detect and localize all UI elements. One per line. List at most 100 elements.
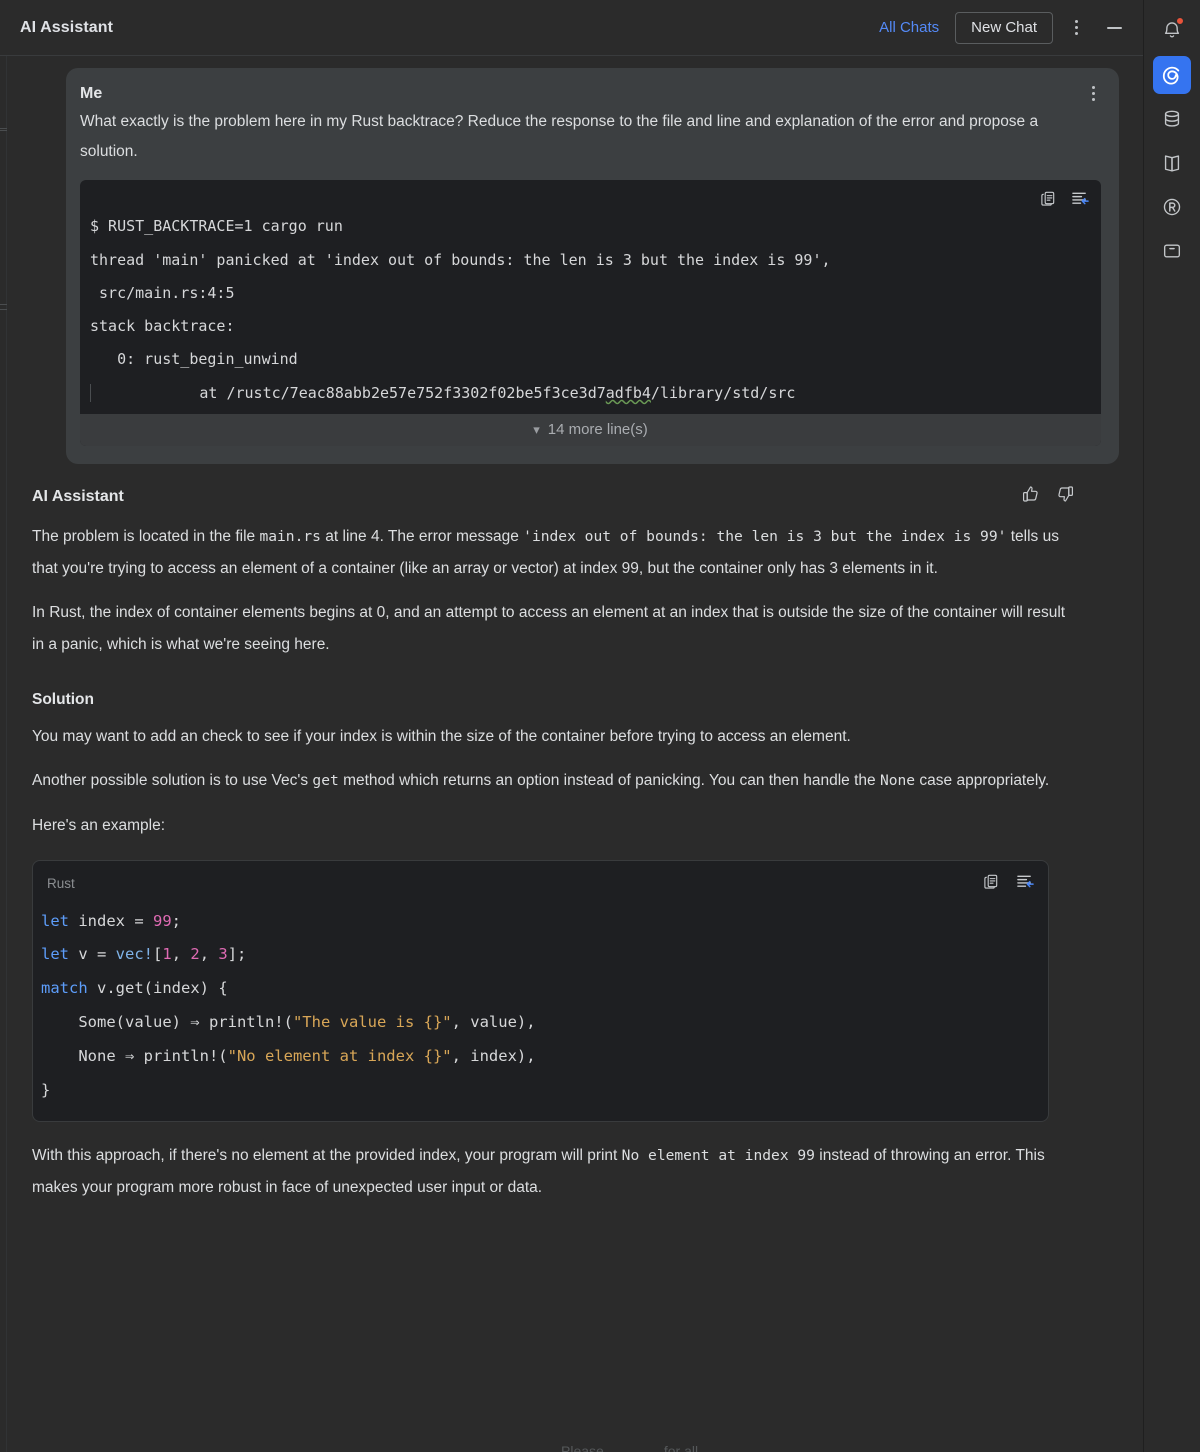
code-line: None ⇒ println!("No element at index {}"… [41,1046,536,1065]
code-line: Some(value) ⇒ println!("The value is {}"… [41,1012,536,1031]
ai-assistant-spiral-icon [1162,66,1180,85]
assistant-paragraph-3: You may want to add an check to see if y… [32,728,851,746]
right-tool-rail [1144,0,1200,1452]
sidebar-item-database[interactable] [1153,100,1191,138]
database-icon [1164,110,1180,127]
code-line: let v = vec![1, 2, 3]; [41,945,246,963]
code-token: ]; [227,945,247,964]
backtrace-line: thread 'main' panicked at 'index out of … [90,250,831,269]
more-lines-label: 14 more line(s) [547,421,648,439]
para1-code-error-message: 'index out of bounds: the len is 3 but t… [523,528,1007,546]
footer-cut-c: . [758,1443,762,1452]
backtrace-code-actions [1040,190,1089,212]
backtrace-line: $ RUST_BACKTRACE=1 cargo run [90,217,343,236]
all-chats-link[interactable]: All Chats [879,19,939,36]
chat-scroll-area[interactable]: Me What exactly is the problem here in m… [0,56,1143,1452]
thumbs-down-icon[interactable] [1055,484,1075,509]
code-token: match [41,979,88,998]
para6-code-output: No element at index 99 [621,1147,815,1165]
backtrace-line: src/main.rs:4:5 [90,283,235,302]
footer-cut-b: for all [663,1443,699,1452]
sidebar-item-documentation[interactable] [1153,144,1191,182]
assistant-paragraph-1: The problem is located in the file main.… [32,521,1075,585]
backtrace-at-squiggle: adfb4 [605,383,651,402]
code-token: [ [153,945,163,964]
code-token: , value), [451,1012,536,1031]
rust-crab-r-icon [1163,198,1181,216]
code-token: None ⇒ println!( [41,1046,228,1065]
code-token: ; [171,911,182,930]
rust-code-block: Rust let index = 99; let v = vec![1, 2, … [32,859,1049,1123]
para4-text-c: case appropriately. [915,772,1050,790]
code-token: Some(value) ⇒ println!( [41,1012,293,1031]
code-line: let index = 99; [41,912,181,930]
assistant-paragraph-6: With this approach, if there's no elemen… [32,1140,1075,1204]
user-message-menu-button[interactable] [1092,84,1101,101]
user-message-bubble: Me What exactly is the problem here in m… [66,68,1119,465]
sidebar-item-terminal[interactable] [1153,232,1191,270]
user-message-wrapper: Me What exactly is the problem here in m… [0,56,1143,465]
para4-text-a: Another possible solution is to use Vec'… [32,772,313,790]
insert-into-editor-icon[interactable] [1016,873,1034,895]
page-title: AI Assistant [20,18,114,36]
rust-code-text: let index = 99; let v = vec![1, 2, 3]; m… [33,899,1048,1122]
code-token: "No element at index {}" [227,1046,452,1065]
code-line: match v.get(index) { [41,979,228,997]
assistant-message: AI Assistant The problem is located in t… [0,464,1143,1204]
para6-text-a: With this approach, if there's no elemen… [32,1147,622,1165]
header-more-button[interactable] [1061,13,1091,43]
thumbs-up-icon[interactable] [1021,484,1041,509]
code-token: 1 [162,945,172,964]
new-chat-button[interactable]: New Chat [955,11,1053,44]
para4-text-b: method which returns an option instead o… [338,772,880,790]
solution-heading: Solution [32,691,94,709]
code-token: "The value is {}" [292,1012,452,1031]
para4-code-get: get [312,772,339,790]
notification-badge [1176,17,1184,25]
ai-assistant-tool-window: AI Assistant All Chats New Chat Me What … [0,0,1200,1452]
code-token: 2 [190,945,200,964]
terminal-window-icon [1163,244,1181,258]
kebab-menu-icon [1074,20,1078,35]
code-token: , [171,945,191,964]
expand-more-lines-button[interactable]: ▾ 14 more line(s) [80,414,1101,447]
user-message-header: Me [80,84,1101,105]
para4-code-none: None [879,772,916,790]
assistant-message-header: AI Assistant [32,484,1075,509]
user-message-author: Me [80,85,103,102]
backtrace-at-line: at /rustc/7eac88abb2e57e752f3302f02be5f3… [90,383,796,402]
para1-code-main-rs: main.rs [259,528,321,546]
sidebar-item-ai-assistant[interactable] [1153,56,1191,94]
kebab-menu-icon [1092,86,1095,101]
clipped-footer-text: Please for all . [0,1442,1143,1452]
code-token: , [199,945,219,964]
assistant-paragraph-4: Another possible solution is to use Vec'… [32,765,1075,797]
code-token: , index), [451,1046,536,1065]
backtrace-line: 0: rust_begin_unwind [90,350,298,369]
minimize-icon [1106,26,1122,29]
para1-text-b: at line 4. The error message [320,528,524,546]
rust-code-header: Rust [33,861,1048,899]
code-token: } [41,1080,51,1099]
backtrace-code-block: $ RUST_BACKTRACE=1 cargo run thread 'mai… [80,180,1101,447]
copy-icon[interactable] [1040,190,1057,212]
code-token: 99 [153,911,172,930]
assistant-feedback-actions [1021,484,1075,509]
code-token: let [41,911,69,930]
footer-cut-a: Please [561,1443,604,1452]
copy-icon[interactable] [983,873,1000,895]
main-panel: AI Assistant All Chats New Chat Me What … [0,0,1144,1452]
code-token: index = [69,911,153,930]
toolwindow-header: AI Assistant All Chats New Chat [0,0,1143,56]
chevron-down-icon: ▾ [533,421,540,437]
code-language-label: Rust [47,876,75,892]
backtrace-at-prefix: at /rustc/7eac88abb2e57e752f3302f02be5f3… [91,383,606,402]
insert-into-editor-icon[interactable] [1071,190,1089,212]
code-token: vec! [115,945,153,964]
backtrace-at-suffix: /library/std/src [650,383,796,402]
rust-code-actions [983,873,1034,895]
sidebar-item-rust[interactable] [1153,188,1191,226]
sidebar-item-notifications[interactable] [1153,12,1191,50]
minimize-button[interactable] [1099,13,1129,43]
para1-text-a: The problem is located in the file [32,528,260,546]
